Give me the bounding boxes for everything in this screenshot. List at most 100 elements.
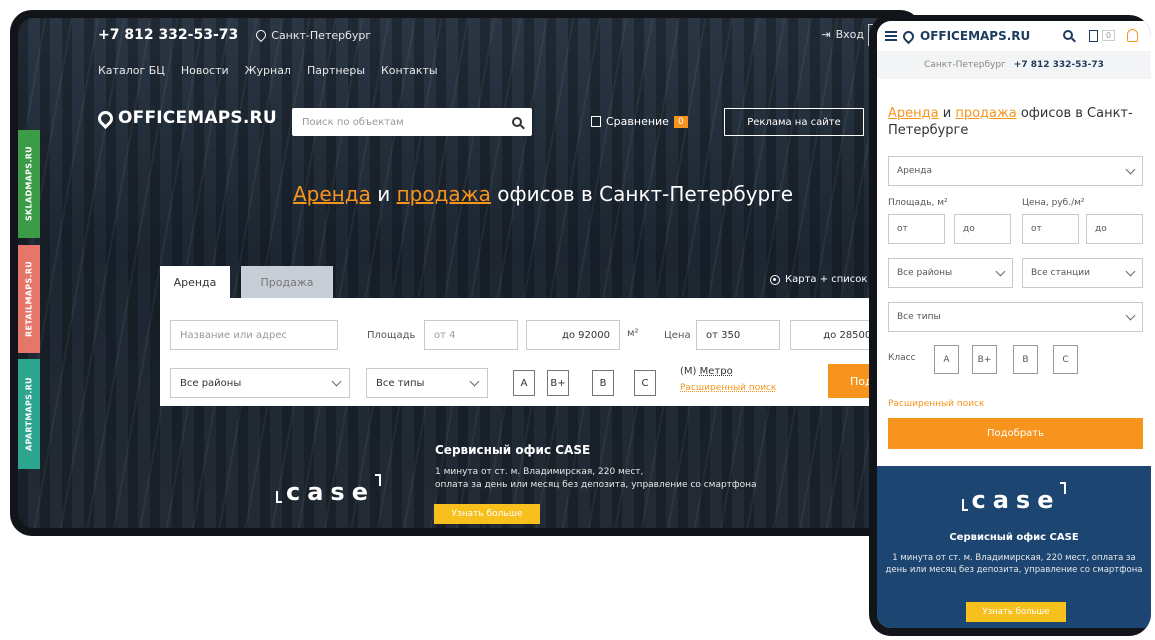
compare-count-badge: 0	[673, 115, 688, 128]
class-bplus-button[interactable]: B+	[972, 345, 997, 374]
mobile-phone[interactable]: +7 812 332-53-73	[1014, 60, 1104, 70]
class-label: Класс	[888, 353, 916, 363]
class-c-button[interactable]: C	[634, 370, 656, 396]
menu-item-catalog[interactable]: Каталог БЦ	[98, 64, 165, 77]
side-tab-skladmaps[interactable]: SKLADMAPS.RU	[18, 130, 40, 238]
price-to-input[interactable]: до	[1086, 214, 1143, 244]
mobile-subheader: Санкт-Петербург +7 812 332-53-73	[877, 51, 1151, 79]
top-bar: +7 812 332-53-73 Санкт-Петербург	[98, 24, 371, 46]
tab-rent[interactable]: Аренда	[160, 266, 230, 298]
submit-search-button[interactable]: Подобрать	[888, 418, 1143, 449]
tab-sale[interactable]: Продажа	[241, 266, 333, 298]
districts-select[interactable]: Все районы	[888, 258, 1013, 288]
class-b-button[interactable]: B	[1013, 345, 1038, 374]
price-label: Цена	[664, 330, 691, 341]
districts-select[interactable]: Все районы	[170, 368, 350, 398]
map-list-toggle[interactable]: Карта + список	[770, 274, 867, 285]
phone-link[interactable]: +7 812 332-53-73	[98, 27, 238, 43]
price-from-value: от 350	[706, 329, 741, 341]
menu-icon[interactable]	[885, 31, 897, 41]
name-address-input[interactable]: Название или адрес	[170, 320, 338, 350]
promo-more-button[interactable]: Узнать больше	[434, 504, 540, 524]
search-input[interactable]: Поиск по объектам	[292, 108, 532, 136]
radio-icon	[770, 274, 780, 285]
side-tab-apartmaps[interactable]: APARTMAPS.RU	[18, 359, 40, 469]
menu-item-news[interactable]: Новости	[181, 64, 229, 77]
class-a-button[interactable]: A	[513, 370, 535, 396]
city-selector[interactable]: Санкт-Петербург	[254, 27, 372, 43]
chevron-down-icon	[1125, 310, 1136, 320]
compare-link[interactable]: Сравнение 0	[591, 115, 688, 128]
chevron-down-icon	[995, 266, 1006, 276]
mobile-logo[interactable]: OFFICEMAPS.RU	[920, 29, 1030, 43]
headline-sale-link[interactable]: продажа	[955, 106, 1016, 121]
metro-icon: (М)	[680, 366, 697, 377]
compare-icon[interactable]	[1089, 30, 1098, 42]
promo-text: 1 минута от ст. м. Владимирская, 220 мес…	[435, 466, 757, 492]
headline-sale-link[interactable]: продажа	[397, 182, 491, 206]
area-label: Площадь	[367, 330, 416, 341]
class-b-button[interactable]: B	[592, 370, 614, 396]
city-label: Санкт-Петербург	[271, 28, 372, 42]
compare-label: Сравнение	[606, 115, 669, 128]
case-logo-text: case	[286, 478, 375, 506]
advanced-search-link[interactable]: Расширенный поиск	[680, 383, 776, 393]
stations-select[interactable]: Все станции	[1022, 258, 1143, 288]
class-bplus-button[interactable]: B+	[547, 370, 569, 396]
headline-and: и	[942, 106, 952, 121]
promo-text-line1: 1 минута от ст. м. Владимирская, 220 мес…	[435, 467, 644, 477]
compare-icon	[591, 116, 601, 127]
class-a-button[interactable]: A	[934, 345, 959, 374]
case-logo: case	[276, 474, 381, 506]
headline-rent-link[interactable]: Аренда	[888, 106, 939, 121]
menu-item-contacts[interactable]: Контакты	[381, 64, 438, 77]
advanced-search-link[interactable]: Расширенный поиск	[888, 399, 984, 409]
side-tab-retailmaps[interactable]: RETAILMAPS.RU	[18, 245, 40, 353]
case-logo-text: case	[971, 486, 1061, 514]
price-to-placeholder: до	[1095, 224, 1107, 234]
mobile-promo: case Сервисный офис CASE 1 минута от ст.…	[877, 466, 1151, 628]
deal-type-select[interactable]: Аренда	[888, 156, 1143, 186]
area-from-value: от 4	[434, 329, 456, 341]
location-pin-icon	[254, 27, 269, 43]
search-icon[interactable]	[1063, 30, 1073, 40]
area-unit: м²	[627, 328, 639, 339]
types-select[interactable]: Все типы	[366, 368, 488, 398]
class-c-button[interactable]: C	[1053, 345, 1078, 374]
price-label: Цена, руб./м²	[1022, 198, 1085, 208]
area-to-input[interactable]: до	[954, 214, 1011, 244]
stage: +7 812 332-53-73 Санкт-Петербург ⇥ Вход …	[0, 0, 1155, 640]
logo-pin-icon	[94, 107, 117, 129]
chevron-down-icon	[331, 376, 342, 386]
price-from-input[interactable]: от	[1022, 214, 1079, 244]
mobile-city[interactable]: Санкт-Петербург	[924, 60, 1006, 70]
headline-rent-link[interactable]: Аренда	[293, 182, 371, 206]
login-link[interactable]: ⇥ Вход	[821, 28, 864, 41]
mobile-screen: OFFICEMAPS.RU 0 Санкт-Петербург +7 812 3…	[877, 21, 1151, 628]
stations-value: Все станции	[1031, 268, 1090, 278]
price-from-input[interactable]: от 350	[696, 320, 780, 350]
search-panel: Название или адрес Площадь от 4 до 92000…	[160, 298, 922, 406]
area-to-input[interactable]: до 92000	[526, 320, 620, 350]
metro-label: Метро	[699, 366, 733, 377]
user-icon[interactable]	[1127, 29, 1138, 42]
name-address-placeholder: Название или адрес	[180, 329, 287, 341]
promo-more-button[interactable]: Узнать больше	[966, 602, 1066, 622]
area-label: Площадь, м²	[888, 198, 948, 208]
menu-item-journal[interactable]: Журнал	[245, 64, 291, 77]
login-icon: ⇥	[821, 28, 831, 41]
page-headline: Аренда и продажа офисов в Санкт-Петербур…	[293, 182, 793, 206]
chevron-down-icon	[1125, 266, 1136, 276]
area-from-input[interactable]: от	[888, 214, 945, 244]
menu-item-partners[interactable]: Партнеры	[307, 64, 365, 77]
area-from-input[interactable]: от 4	[424, 320, 518, 350]
metro-link[interactable]: (М) Метро	[680, 366, 733, 377]
types-select[interactable]: Все типы	[888, 302, 1143, 332]
search-icon[interactable]	[512, 117, 522, 127]
advertise-button[interactable]: Реклама на сайте	[724, 108, 864, 136]
promo-text: 1 минута от ст. м. Владимирская, 220 мес…	[885, 553, 1143, 575]
area-to-value: до 92000	[561, 329, 610, 341]
area-from-placeholder: от	[897, 224, 908, 234]
search-placeholder: Поиск по объектам	[302, 116, 404, 128]
site-logo[interactable]: OFFICEMAPS.RU	[94, 107, 277, 129]
